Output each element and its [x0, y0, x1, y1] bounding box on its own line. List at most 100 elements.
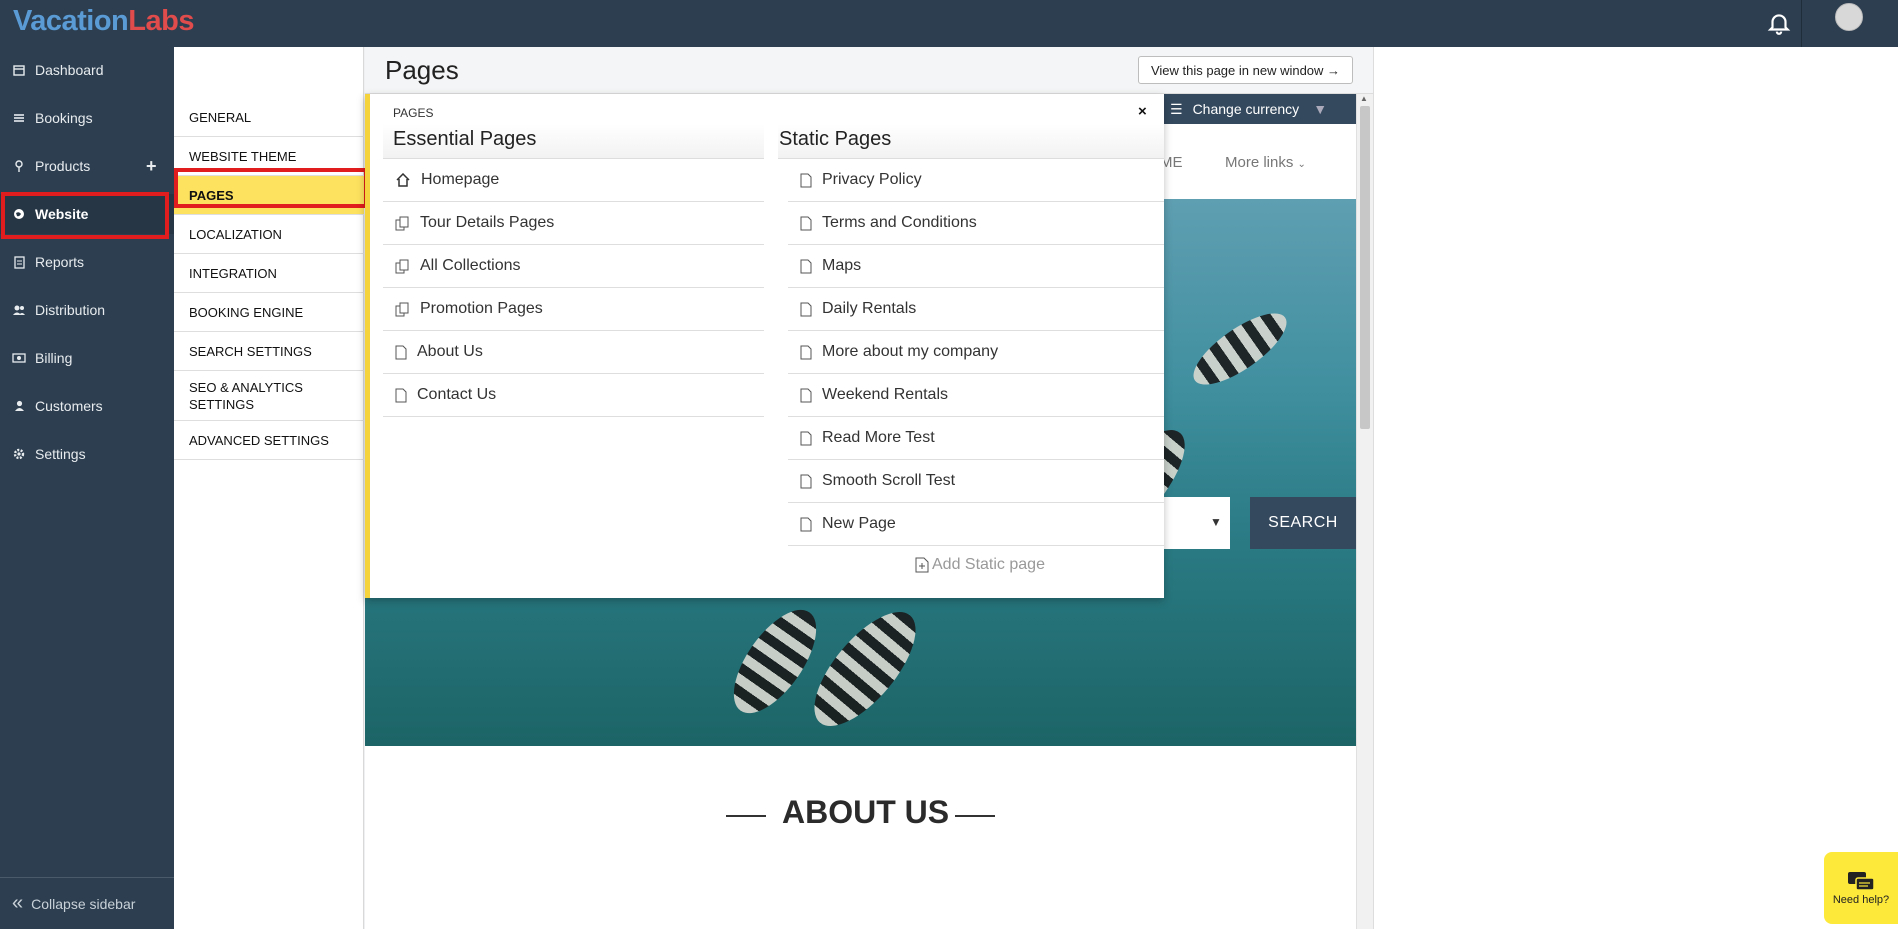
home-icon: [396, 173, 410, 187]
list-item-label: Read More Test: [822, 429, 935, 446]
sidebar-item-settings[interactable]: Settings: [0, 434, 174, 474]
collapse-sidebar-label: Collapse sidebar: [31, 895, 136, 912]
essential-page-all-collections[interactable]: All Collections: [383, 245, 764, 288]
sidebar-item-bookings[interactable]: Bookings: [0, 98, 174, 138]
gear-icon: [12, 447, 26, 461]
sidebar-item-label: Bookings: [35, 110, 93, 126]
users-icon: [12, 303, 26, 317]
sidebar-item-label: Settings: [35, 446, 86, 462]
static-page-terms[interactable]: Terms and Conditions: [788, 202, 1164, 245]
subnav-item-search-settings[interactable]: SEARCH SETTINGS: [174, 332, 364, 371]
essential-pages-title: Essential Pages: [393, 128, 537, 150]
user-icon: [12, 399, 26, 413]
sidebar: Dashboard Bookings Products Website Repo…: [0, 47, 174, 929]
static-page-privacy-policy[interactable]: Privacy Policy: [788, 159, 1164, 202]
need-help-button[interactable]: Need help?: [1824, 852, 1898, 924]
search-button[interactable]: SEARCH: [1250, 497, 1356, 549]
about-heading: ABOUT US: [782, 794, 950, 830]
caret-down-icon: ▼: [1210, 515, 1222, 529]
add-static-page-button[interactable]: Add Static page: [915, 556, 1045, 574]
essential-page-about-us[interactable]: About Us: [383, 331, 764, 374]
copy-icon: [395, 216, 409, 230]
more-links-label: More links: [1225, 154, 1294, 171]
add-product-button[interactable]: +: [146, 156, 157, 177]
avatar[interactable]: [1835, 3, 1863, 31]
static-page-more-about[interactable]: More about my company: [788, 331, 1164, 374]
list-item-label: Tour Details Pages: [420, 214, 555, 231]
subnav-item-seo-analytics[interactable]: SEO & ANALYTICS SETTINGS: [174, 371, 364, 421]
sidebar-item-distribution[interactable]: Distribution: [0, 290, 174, 330]
fish-image: [1183, 301, 1297, 397]
scroll-up-arrow-icon[interactable]: ▲: [1360, 94, 1368, 103]
top-bar: VacationLabs: [0, 0, 1898, 47]
static-page-new-page[interactable]: New Page: [788, 503, 1164, 546]
subnav-item-localization[interactable]: LOCALIZATION: [174, 215, 364, 254]
page-title: Pages: [385, 55, 459, 85]
database-icon: ☰: [1170, 100, 1183, 117]
sidebar-item-label: Dashboard: [35, 62, 104, 78]
list-item-label: Privacy Policy: [822, 171, 922, 188]
document-icon: [800, 388, 812, 402]
sidebar-item-billing[interactable]: Billing: [0, 338, 174, 378]
essential-page-tour-details[interactable]: Tour Details Pages: [383, 202, 764, 245]
chevron-down-icon: ⌄: [1297, 159, 1306, 170]
preview-scrollbar[interactable]: ▲: [1356, 94, 1373, 929]
sidebar-item-label: Billing: [35, 350, 73, 366]
about-divider-right: [955, 815, 995, 817]
about-divider-left: [726, 815, 766, 817]
list-item-label: Contact Us: [417, 386, 497, 403]
document-icon: [395, 345, 407, 359]
essential-page-homepage[interactable]: Homepage: [383, 159, 764, 202]
double-chevron-left-icon: «: [12, 892, 24, 914]
need-help-label: Need help?: [1832, 894, 1890, 906]
subnav-item-advanced-settings[interactable]: ADVANCED SETTINGS: [174, 421, 364, 460]
logo[interactable]: VacationLabs: [13, 5, 194, 38]
static-page-smooth-scroll-test[interactable]: Smooth Scroll Test: [788, 460, 1164, 503]
add-document-icon: [915, 557, 929, 573]
collapse-sidebar-button[interactable]: « Collapse sidebar: [0, 877, 174, 929]
static-page-read-more-test[interactable]: Read More Test: [788, 417, 1164, 460]
view-in-new-window-button[interactable]: View this page in new window →: [1138, 56, 1353, 84]
pin-icon: [12, 159, 26, 173]
subnav-item-general[interactable]: GENERAL: [174, 98, 364, 137]
static-page-maps[interactable]: Maps: [788, 245, 1164, 288]
copy-icon: [395, 302, 409, 316]
static-page-weekend-rentals[interactable]: Weekend Rentals: [788, 374, 1164, 417]
list-item-label: New Page: [822, 515, 896, 532]
sidebar-item-reports[interactable]: Reports: [0, 242, 174, 282]
scroll-thumb[interactable]: [1360, 106, 1370, 429]
sidebar-item-label: Products: [35, 158, 91, 174]
website-highlight-box: [1, 192, 169, 239]
money-icon: [12, 351, 26, 365]
list-item-label: More about my company: [822, 343, 999, 360]
subnav-item-booking-engine[interactable]: BOOKING ENGINE: [174, 293, 364, 332]
fish-image: [797, 596, 933, 742]
change-currency-button[interactable]: ☰ Change currency ▼: [1150, 94, 1356, 124]
chat-icon: [1848, 872, 1875, 891]
sidebar-item-customers[interactable]: Customers: [0, 386, 174, 426]
document-icon: [800, 474, 812, 488]
calendar-icon: [12, 63, 26, 77]
sidebar-item-label: Reports: [35, 254, 85, 270]
document-icon: [800, 345, 812, 359]
list-item-label: Smooth Scroll Test: [822, 472, 956, 489]
static-page-daily-rentals[interactable]: Daily Rentals: [788, 288, 1164, 331]
pages-highlight-box: [174, 168, 368, 208]
list-item-label: Maps: [822, 257, 862, 274]
list-item-label: Weekend Rentals: [822, 386, 948, 403]
document-icon: [800, 173, 812, 187]
bell-icon[interactable]: [1766, 10, 1792, 36]
popup-label: PAGES: [393, 106, 434, 120]
essential-page-contact-us[interactable]: Contact Us: [383, 374, 764, 417]
close-icon[interactable]: ×: [1138, 103, 1147, 120]
sidebar-item-label: Distribution: [35, 302, 106, 318]
subnav-item-integration[interactable]: INTEGRATION: [174, 254, 364, 293]
essential-page-promotion[interactable]: Promotion Pages: [383, 288, 764, 331]
sidebar-item-dashboard[interactable]: Dashboard: [0, 50, 174, 90]
document-icon: [800, 259, 812, 273]
copy-icon: [395, 259, 409, 273]
report-icon: [12, 255, 26, 269]
document-icon: [395, 388, 407, 402]
more-links-menu[interactable]: More links ⌄: [1225, 154, 1306, 171]
caret-down-icon: ▼: [1313, 101, 1328, 117]
